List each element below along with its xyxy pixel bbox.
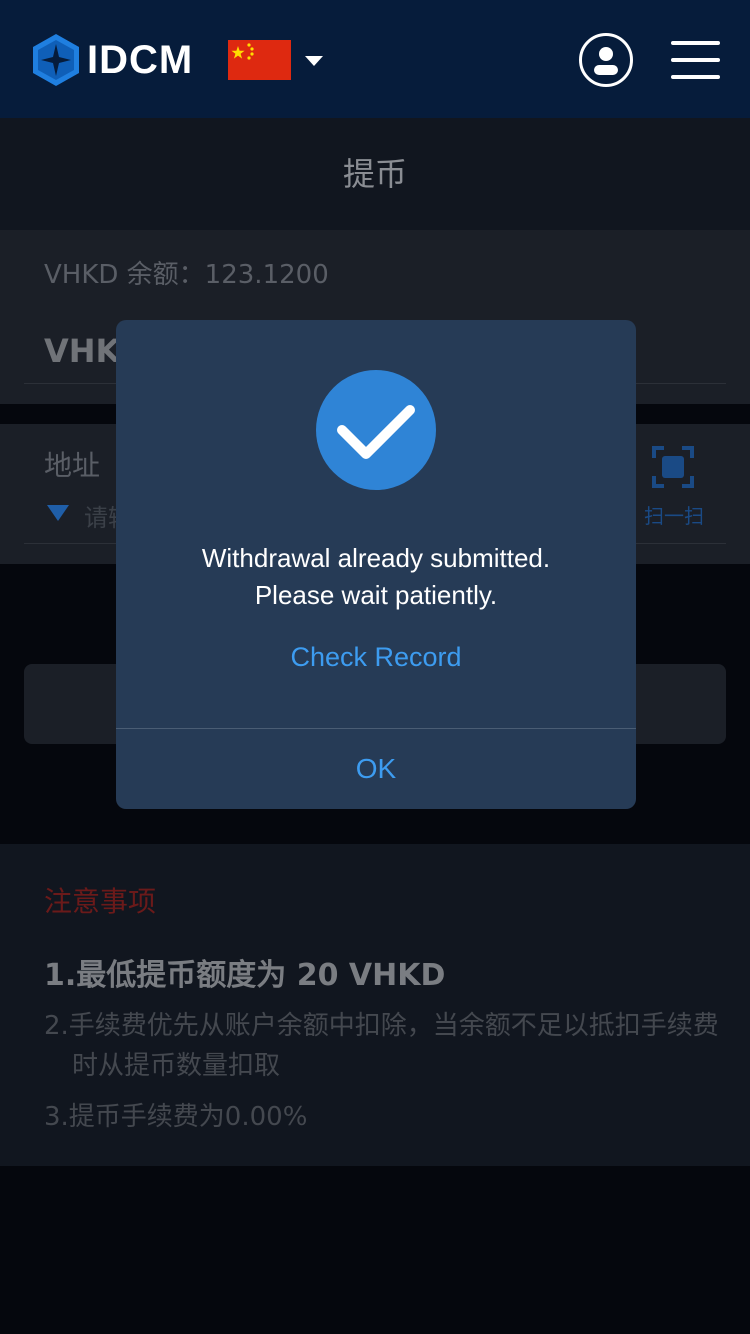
notes-title: 注意事项	[44, 885, 157, 918]
top-nav-bar: IDCM	[0, 0, 750, 118]
idcm-logo[interactable]: IDCM	[33, 34, 193, 86]
china-flag-icon[interactable]	[228, 40, 291, 80]
page-title: 提币	[0, 118, 750, 230]
address-label: 地址	[44, 449, 101, 482]
withdrawal-success-dialog: Withdrawal already submitted. Please wai…	[116, 320, 636, 809]
dialog-message-line: Withdrawal already submitted.	[201, 543, 551, 573]
check-record-link[interactable]: Check Record	[116, 642, 636, 673]
note-item: 3.提币手续费为0.00%	[44, 1102, 308, 1132]
menu-bar-icon	[671, 58, 720, 62]
balance-text: VHKD 余额：123.1200	[44, 260, 329, 290]
menu-bar-icon	[671, 41, 720, 45]
user-account-button[interactable]	[579, 33, 633, 87]
note-item: 1.最低提币额度为 20 VHKD	[44, 958, 446, 993]
dialog-message-line: Please wait patiently.	[254, 580, 498, 610]
menu-bar-icon	[671, 75, 720, 79]
dialog-message: Withdrawal already submitted. Please wai…	[116, 540, 636, 614]
user-icon	[594, 47, 618, 75]
hexagon-logo-icon	[33, 34, 79, 86]
coin-selector[interactable]: VHK	[44, 332, 120, 370]
success-check-icon	[316, 370, 436, 490]
scan-icon[interactable]	[652, 446, 694, 488]
note-item: 2.手续费优先从账户余额中扣除，当余额不足以抵扣手续费时从提币数量扣取	[44, 1011, 719, 1081]
ok-button[interactable]: OK	[116, 729, 636, 809]
scan-label[interactable]: 扫一扫	[644, 500, 704, 529]
address-dropdown-icon[interactable]	[47, 505, 69, 521]
language-dropdown-chevron-icon[interactable]	[305, 56, 323, 66]
logo-text: IDCM	[87, 37, 194, 82]
hamburger-menu-button[interactable]	[671, 41, 720, 79]
